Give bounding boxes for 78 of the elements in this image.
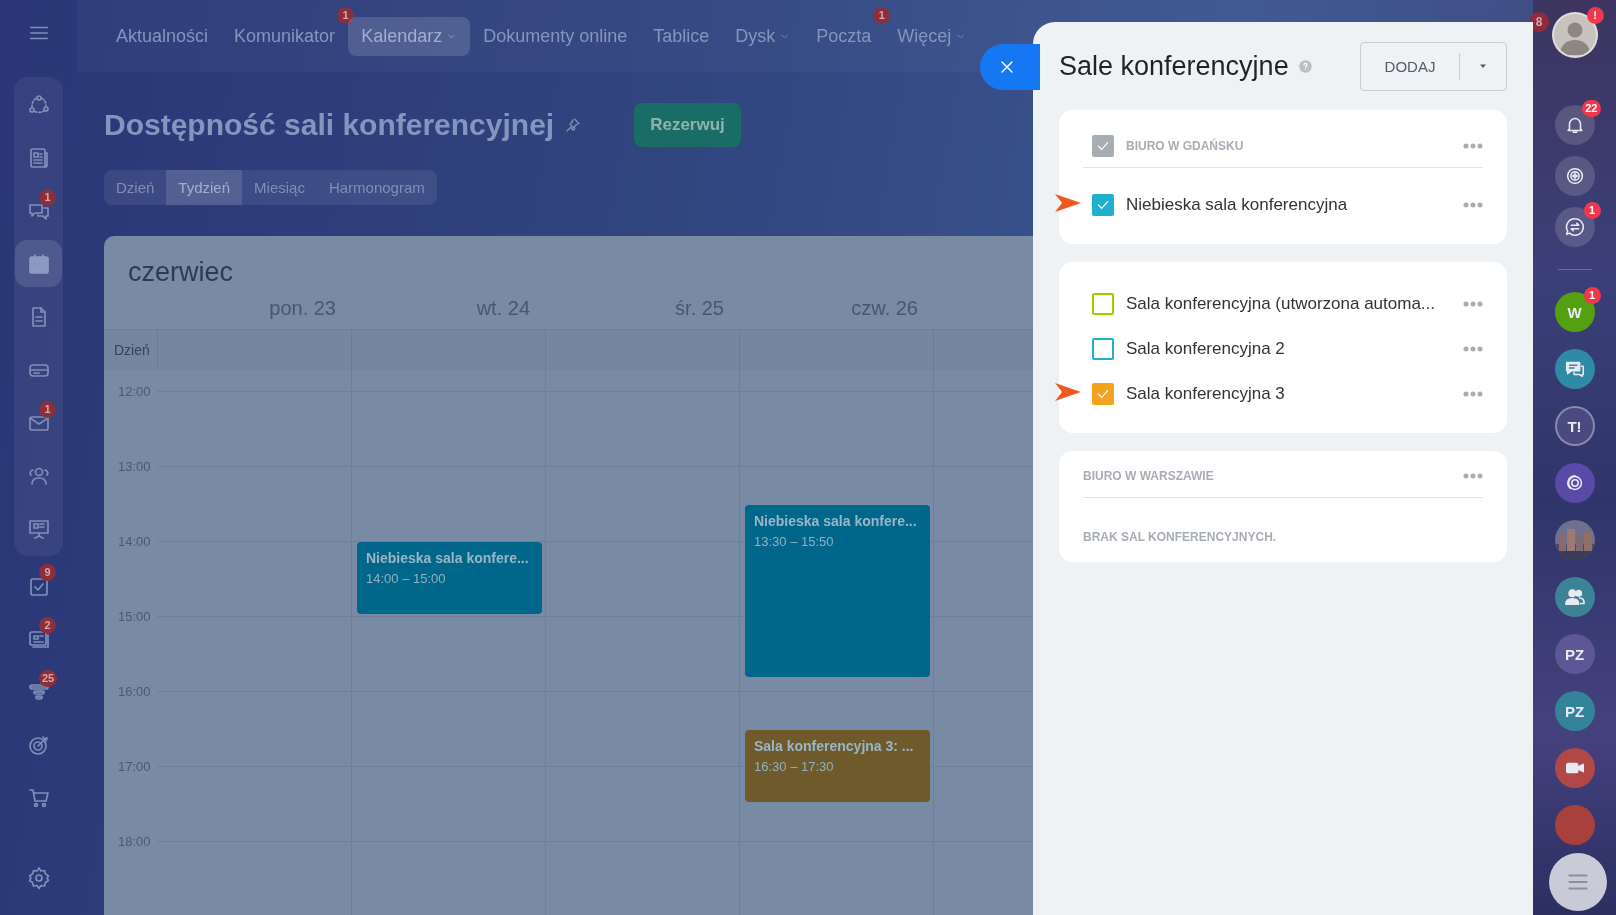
group-header: BIURO W WARSZAWIE [1083, 469, 1214, 483]
settings-icon [26, 865, 51, 890]
room-name: Niebieska sala konferencyjna [1126, 194, 1348, 215]
view-tab[interactable]: Miesiąc [242, 170, 317, 205]
calendar-event[interactable]: Niebieska sala konfere... 14:00 – 15:00 [357, 542, 542, 614]
view-tab[interactable]: Dzień [104, 170, 167, 205]
count-badge: 1 [337, 6, 355, 24]
count-badge: 22 [1582, 100, 1601, 117]
view-tab[interactable]: Harmonogram [316, 170, 437, 205]
count-badge: 1 [39, 189, 56, 206]
more-icon [1463, 143, 1483, 149]
app-button[interactable] [1554, 207, 1595, 247]
app-button[interactable]: PZ [1554, 634, 1595, 674]
sidebar-button[interactable]: 1 [15, 187, 62, 234]
count-badge: 9 [39, 564, 56, 581]
all-day-label: Dzień [113, 341, 151, 360]
checkbox[interactable] [1092, 382, 1114, 405]
count-badge: ! [1586, 7, 1604, 24]
nav-tab[interactable]: Tablice [640, 16, 723, 56]
sidebar-button[interactable]: 9 [15, 562, 62, 609]
app-button[interactable] [1554, 463, 1595, 503]
sidebar-button[interactable]: 2 [15, 615, 62, 662]
nav-tab[interactable]: Aktualności [103, 16, 222, 56]
app-button[interactable] [1554, 748, 1595, 788]
app-button[interactable] [1554, 349, 1595, 389]
calendar-event[interactable]: Niebieska sala konfere... 13:30 – 15:50 [745, 504, 930, 677]
sidebar-button[interactable]: 25 [15, 668, 62, 715]
app-button[interactable]: PZ [1554, 691, 1595, 731]
more-icon [1463, 300, 1483, 307]
room-name: Sala konferencyjna 2 [1126, 338, 1285, 359]
event-time: 16:30 – 17:30 [754, 758, 835, 774]
panel-title: Sale konferencyjne [1059, 50, 1289, 82]
nav-tab[interactable]: Kalendarz [348, 16, 471, 56]
room-name: Sala konferencyjna (utworzona automa... [1126, 293, 1435, 314]
help-icon [1297, 58, 1313, 74]
view-tab[interactable]: Tydzień [166, 170, 243, 205]
calendar-icon [26, 251, 51, 276]
more-icon [1463, 345, 1483, 352]
more-icon [1463, 390, 1483, 397]
count-badge: 8 [1529, 12, 1549, 32]
checkbox[interactable] [1092, 193, 1114, 216]
checkbox[interactable] [1092, 337, 1114, 360]
more-icon [1463, 201, 1483, 208]
nav-tab[interactable]: Dysk [722, 16, 804, 56]
menu-button[interactable] [1549, 853, 1607, 911]
event-title: Sala konferencyjna 3: ... [754, 737, 915, 754]
month-title: czerwiec [127, 256, 235, 288]
event-title: Niebieska sala konfere... [366, 550, 530, 566]
page-title: Dostępność sali konferencyjnej [104, 108, 555, 142]
chat-arrows-icon [1563, 216, 1586, 238]
calendar-event[interactable]: Sala konferencyjna 3: ... 16:30 – 17:30 [745, 729, 930, 802]
room-name: Sala konferencyjna 3 [1126, 383, 1285, 404]
close-button[interactable] [980, 44, 1040, 90]
app-button[interactable] [1554, 156, 1595, 196]
count-badge: 1 [39, 401, 56, 418]
pin-icon [564, 116, 583, 134]
people-icon [1563, 586, 1586, 608]
checkbox[interactable] [1092, 135, 1114, 157]
event-time: 14:00 – 15:00 [366, 571, 447, 586]
app-button[interactable] [1554, 577, 1595, 617]
sidebar-button[interactable]: 1 [15, 399, 62, 446]
event-title: Niebieska sala konfere... [754, 512, 918, 529]
reserve-button[interactable]: Rezerwuj [634, 103, 741, 147]
app-button[interactable] [1554, 105, 1595, 145]
count-badge: 25 [39, 670, 58, 687]
count-badge: 2 [39, 617, 56, 634]
more-icon [1463, 473, 1483, 479]
add-button[interactable]: DODAJ [1360, 41, 1507, 91]
nav-tab[interactable]: Dokumenty online [470, 16, 641, 56]
count-badge: 1 [873, 6, 891, 24]
empty-message: BRAK SAL KONFERENCYJNYCH. [1083, 529, 1278, 546]
app-button[interactable]: T! [1554, 406, 1595, 446]
event-time: 13:30 – 15:50 [754, 533, 835, 549]
sidebar-button[interactable] [15, 240, 62, 287]
avatar[interactable] [1551, 12, 1598, 58]
group-header: BIURO W GDAŃSKU [1126, 139, 1244, 153]
count-badge: 1 [1583, 202, 1601, 219]
checkbox[interactable] [1092, 292, 1114, 315]
